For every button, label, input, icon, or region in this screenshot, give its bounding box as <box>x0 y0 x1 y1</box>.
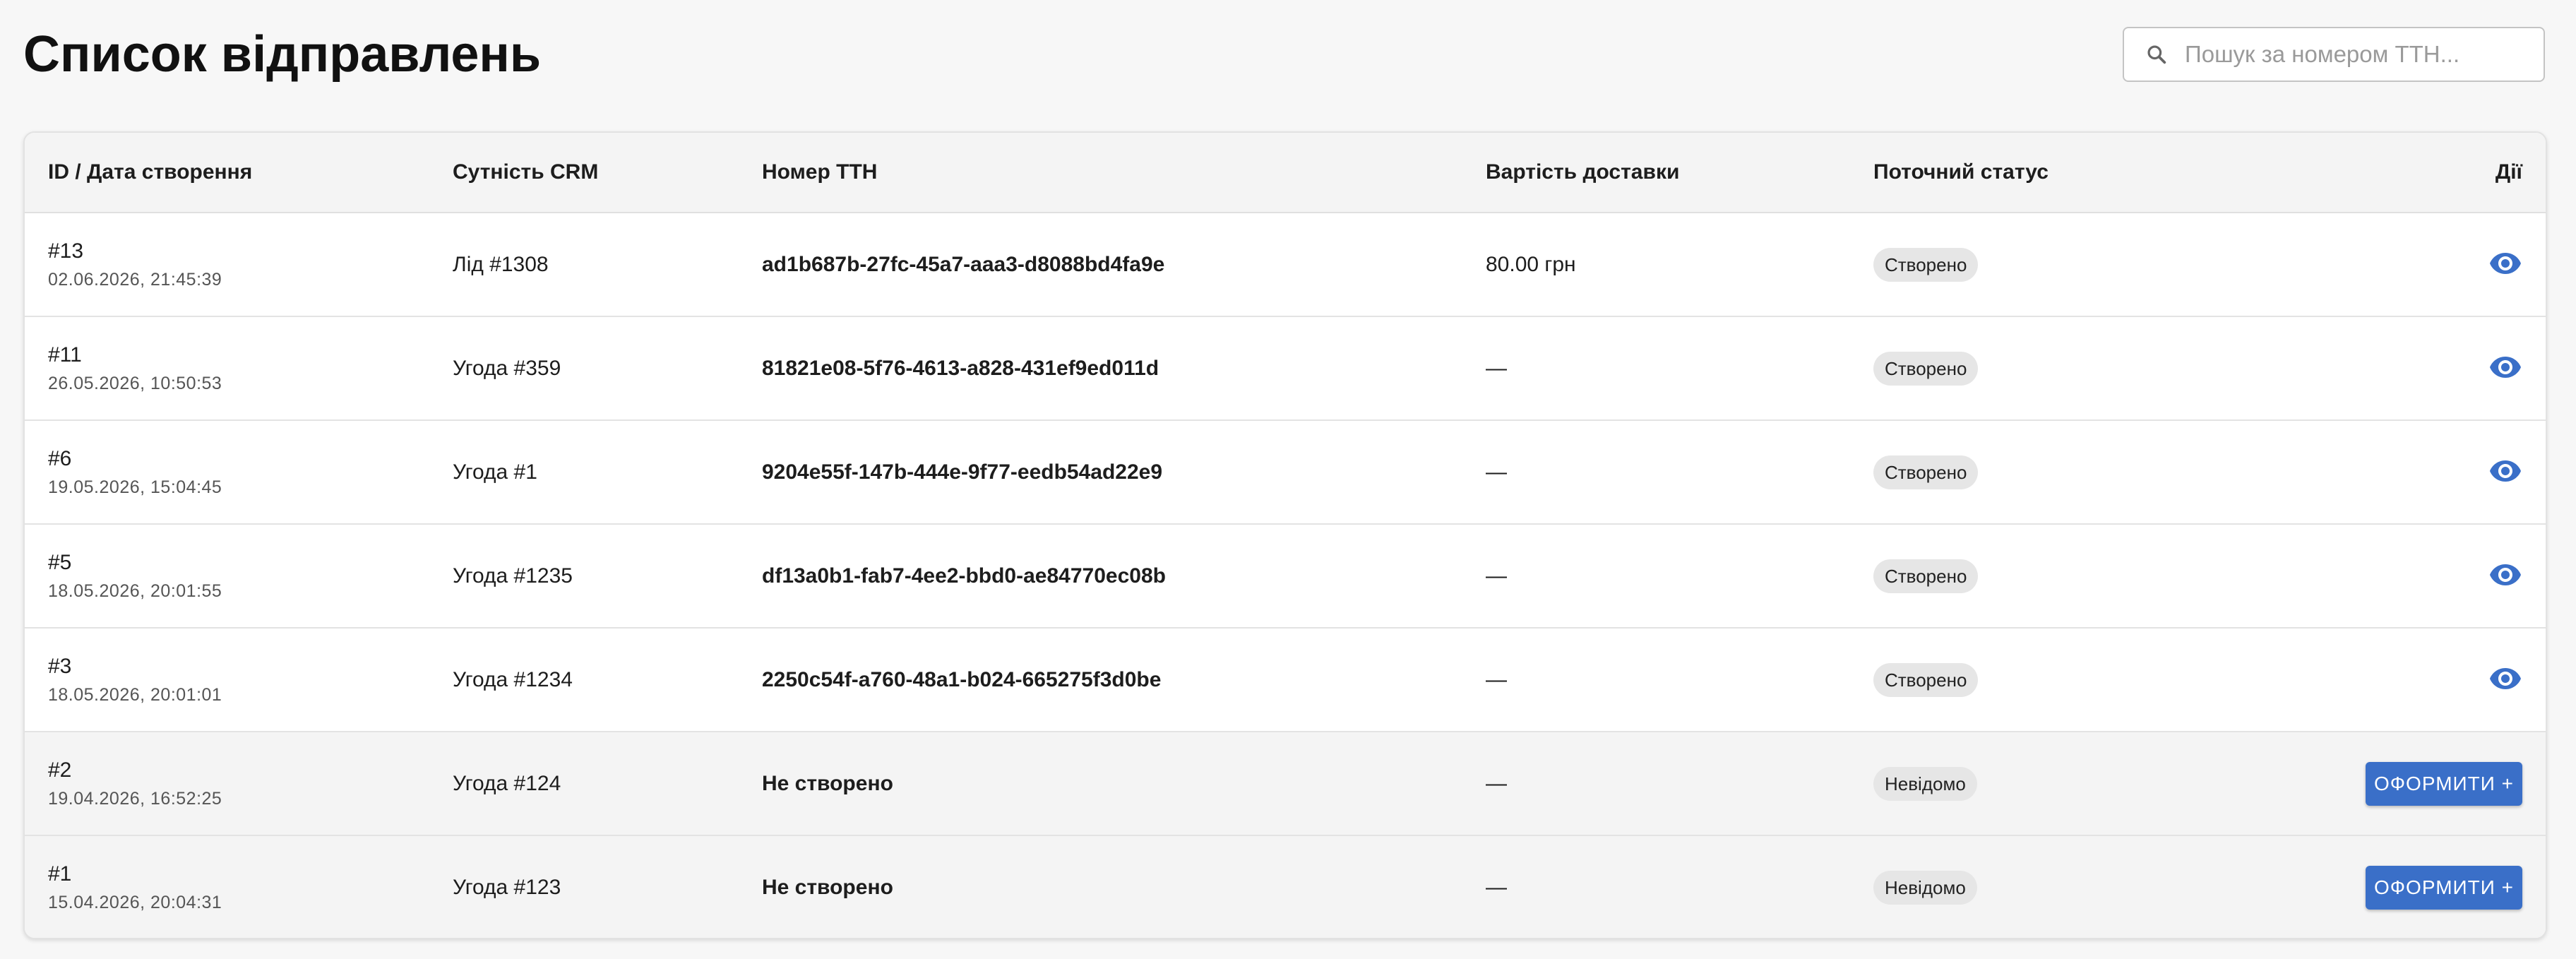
table-row: #6 19.05.2026, 15:04:45 Угода #1 9204e55… <box>25 420 2546 525</box>
row-crm-entity[interactable]: Лід #1308 <box>453 213 762 317</box>
row-created-date: 19.05.2026, 15:04:45 <box>48 477 222 497</box>
row-ttn-number: df13a0b1-fab7-4ee2-bbd0-ae84770ec08b <box>762 564 1166 588</box>
status-badge: Створено <box>1873 662 1979 697</box>
search-input[interactable] <box>2185 41 2524 68</box>
create-shipment-button[interactable]: ОФОРМИТИ + <box>2366 761 2522 806</box>
row-delivery-cost: 80.00 грн <box>1486 213 1873 317</box>
row-id: #11 <box>48 342 82 367</box>
table-row: #5 18.05.2026, 20:01:55 Угода #1235 df13… <box>25 524 2546 629</box>
status-badge: Невідомо <box>1873 766 1977 801</box>
eye-icon <box>2490 356 2521 378</box>
row-crm-entity[interactable]: Угода #359 <box>453 316 762 421</box>
row-delivery-cost: — <box>1486 316 1873 421</box>
row-delivery-cost: — <box>1486 628 1873 732</box>
row-crm-entity[interactable]: Угода #1235 <box>453 524 762 629</box>
view-button[interactable] <box>2486 555 2525 595</box>
header-id-date: ID / Дата створення <box>25 133 453 213</box>
row-ttn-number: 81821e08-5f76-4613-a828-431ef9ed011d <box>762 356 1159 380</box>
eye-icon <box>2490 460 2521 482</box>
table-row: #13 02.06.2026, 21:45:39 Лід #1308 ad1b6… <box>25 213 2546 317</box>
table-header-row: ID / Дата створення Сутність CRM Номер Т… <box>25 133 2546 213</box>
row-id: #2 <box>48 758 72 782</box>
row-ttn-number: ad1b687b-27fc-45a7-aaa3-d8088bd4fa9e <box>762 252 1165 276</box>
eye-icon <box>2490 667 2521 689</box>
row-delivery-cost: — <box>1486 420 1873 525</box>
row-id: #1 <box>48 862 72 886</box>
header-current-status: Поточний статус <box>1873 133 2297 213</box>
row-id: #5 <box>48 550 72 574</box>
row-ttn-number: Не створено <box>762 771 893 795</box>
eye-icon <box>2490 564 2521 585</box>
row-created-date: 15.04.2026, 20:04:31 <box>48 893 222 912</box>
row-delivery-cost: — <box>1486 876 1507 899</box>
search-box[interactable] <box>2123 27 2545 82</box>
search-icon <box>2147 45 2166 64</box>
eye-icon <box>2490 252 2521 274</box>
row-crm-entity[interactable]: Угода #124 <box>453 732 762 836</box>
row-ttn-number: 2250c54f-a760-48a1-b024-665275f3d0be <box>762 667 1162 691</box>
status-badge: Створено <box>1873 455 1979 489</box>
view-button[interactable] <box>2486 451 2525 491</box>
status-badge: Створено <box>1873 247 1979 282</box>
row-crm-entity[interactable]: Угода #1234 <box>453 628 762 732</box>
table-row: #2 19.04.2026, 16:52:25 Угода #124 Не ст… <box>25 732 2546 836</box>
shipments-table: ID / Дата створення Сутність CRM Номер Т… <box>25 133 2546 938</box>
view-button[interactable] <box>2486 347 2525 387</box>
header-delivery-cost: Вартість доставки <box>1486 133 1873 213</box>
page-title: Список відправлень <box>23 26 542 83</box>
view-button[interactable] <box>2486 244 2525 283</box>
header-ttn-number: Номер ТТН <box>762 133 1486 213</box>
row-created-date: 18.05.2026, 20:01:01 <box>48 684 222 705</box>
status-badge: Невідомо <box>1873 871 1977 905</box>
row-ttn-number: Не створено <box>762 876 893 899</box>
row-id: #3 <box>48 654 72 678</box>
row-ttn-number: 9204e55f-147b-444e-9f77-eedb54ad22e9 <box>762 460 1163 484</box>
row-created-date: 02.06.2026, 21:45:39 <box>48 269 222 290</box>
row-id: #13 <box>48 239 84 263</box>
row-crm-entity[interactable]: Угода #123 <box>453 835 762 938</box>
row-delivery-cost: — <box>1486 524 1873 629</box>
table-row: #1 15.04.2026, 20:04:31 Угода #123 Не ст… <box>25 835 2546 938</box>
header-crm-entity: Сутність CRM <box>453 133 762 213</box>
status-badge: Створено <box>1873 559 1979 593</box>
status-badge: Створено <box>1873 351 1979 386</box>
shipments-table-card: ID / Дата створення Сутність CRM Номер Т… <box>23 131 2547 939</box>
view-button[interactable] <box>2486 659 2525 698</box>
row-id: #6 <box>48 446 72 470</box>
row-crm-entity[interactable]: Угода #1 <box>453 420 762 525</box>
table-row: #11 26.05.2026, 10:50:53 Угода #359 8182… <box>25 316 2546 421</box>
row-delivery-cost: — <box>1486 732 1873 836</box>
row-created-date: 19.04.2026, 16:52:25 <box>48 788 222 809</box>
header-actions: Дії <box>2297 133 2546 213</box>
row-created-date: 18.05.2026, 20:01:55 <box>48 580 222 601</box>
row-created-date: 26.05.2026, 10:50:53 <box>48 373 222 393</box>
table-row: #3 18.05.2026, 20:01:01 Угода #1234 2250… <box>25 628 2546 732</box>
create-shipment-button[interactable]: ОФОРМИТИ + <box>2366 866 2522 910</box>
